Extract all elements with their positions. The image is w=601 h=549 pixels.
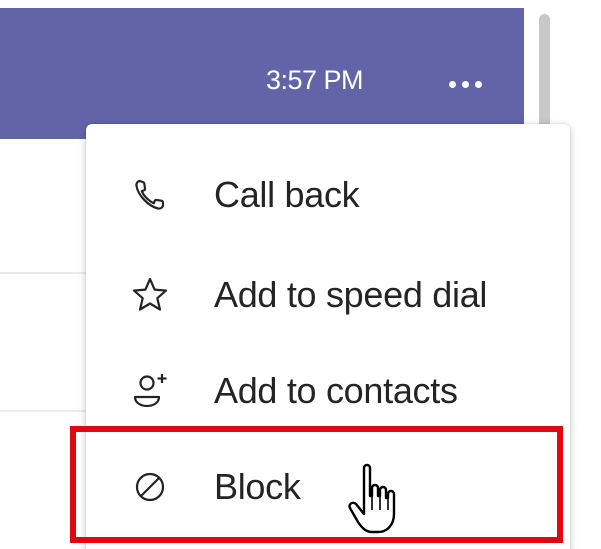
menu-item-label: Call back — [214, 174, 360, 215]
hand-pointer-cursor-icon — [344, 462, 404, 540]
scrollbar-thumb[interactable] — [539, 14, 550, 132]
menu-item-add-to-contacts[interactable]: Add to contacts — [86, 346, 570, 436]
more-horizontal-icon-dot — [461, 80, 469, 88]
screenshot-stage: 3:57 PM Call back Add to speed dial Add … — [0, 0, 601, 549]
menu-item-call-back[interactable]: Call back — [86, 150, 570, 240]
list-divider — [0, 272, 90, 274]
list-divider — [0, 410, 90, 412]
star-icon — [130, 275, 170, 315]
call-timestamp: 3:57 PM — [266, 65, 364, 95]
add-contact-icon — [130, 371, 170, 411]
menu-item-label: Add to speed dial — [214, 274, 488, 315]
block-highlight-outline — [70, 426, 563, 543]
menu-item-label: Add to contacts — [214, 370, 458, 411]
more-horizontal-icon — [448, 80, 456, 88]
phone-icon — [130, 175, 170, 215]
call-history-header-bar: 3:57 PM — [0, 8, 524, 139]
more-options-button[interactable] — [438, 70, 492, 98]
more-horizontal-icon-dot — [474, 80, 482, 88]
menu-item-add-to-speed-dial[interactable]: Add to speed dial — [86, 250, 570, 340]
